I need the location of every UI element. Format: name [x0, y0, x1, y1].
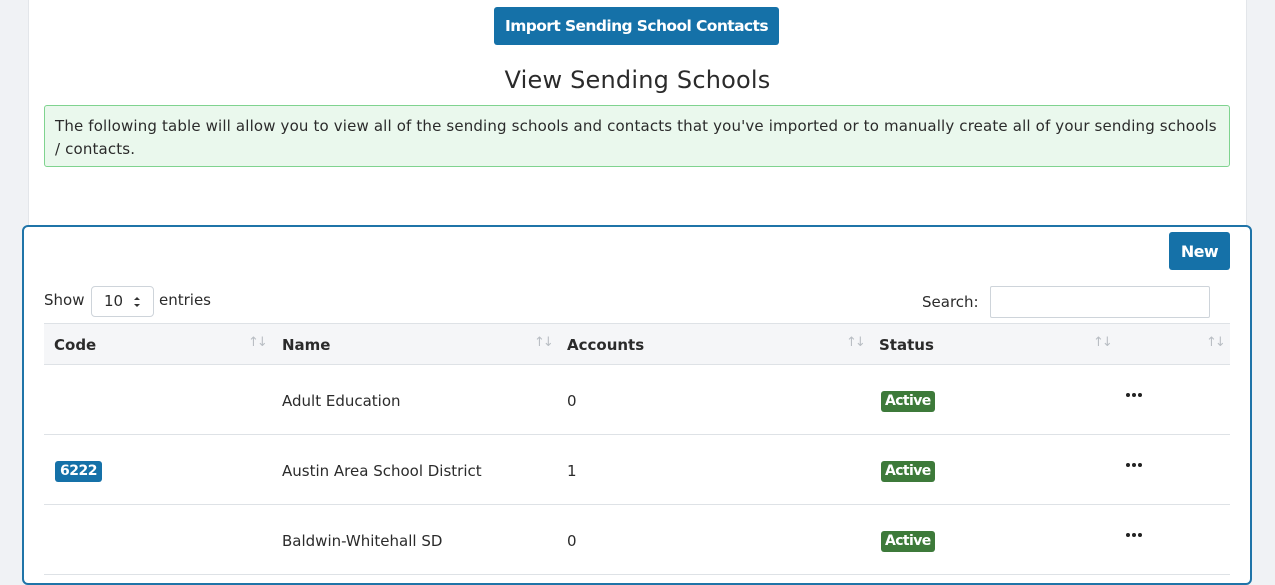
show-label: Show	[44, 291, 85, 309]
school-name: Austin Area School District	[282, 462, 482, 480]
sort-arrows-icon[interactable]: ↑↓	[846, 335, 866, 350]
column-header-code[interactable]: Code	[54, 336, 96, 354]
column-header-accounts[interactable]: Accounts	[567, 336, 644, 354]
more-actions-button[interactable]	[1124, 387, 1144, 403]
more-horizontal-icon	[1138, 463, 1142, 467]
status-badge: Active	[881, 461, 935, 482]
more-horizontal-icon	[1126, 463, 1130, 467]
sort-arrows-icon[interactable]: ↑↓	[534, 335, 554, 350]
select-caret-icon	[134, 297, 140, 307]
table-row: 6222 Austin Area School District 1 Activ…	[44, 435, 1230, 505]
more-horizontal-icon	[1138, 533, 1142, 537]
school-name: Adult Education	[282, 392, 401, 410]
more-horizontal-icon	[1126, 393, 1130, 397]
account-count: 0	[567, 532, 577, 550]
search-input[interactable]	[990, 286, 1210, 318]
column-header-name[interactable]: Name	[282, 336, 330, 354]
more-actions-button[interactable]	[1124, 457, 1144, 473]
account-count: 1	[567, 462, 577, 480]
sort-arrows-icon[interactable]: ↑↓	[248, 335, 268, 350]
table-header: Code ↑↓ Name ↑↓ Accounts ↑↓ Status ↑↓ ↑↓	[44, 323, 1230, 365]
more-horizontal-icon	[1132, 393, 1136, 397]
import-contacts-button[interactable]: Import Sending School Contacts	[494, 7, 779, 45]
table-row: Baldwin-Whitehall SD 0 Active	[44, 505, 1230, 575]
page-length-select[interactable]: 10	[91, 286, 154, 317]
more-actions-button[interactable]	[1124, 527, 1144, 543]
sort-arrows-icon[interactable]: ↑↓	[1206, 335, 1226, 350]
entries-label: entries	[159, 291, 211, 309]
more-horizontal-icon	[1138, 393, 1142, 397]
more-horizontal-icon	[1132, 463, 1136, 467]
sort-arrows-icon[interactable]: ↑↓	[1093, 335, 1113, 350]
page-title: View Sending Schools	[504, 66, 771, 94]
page-length-value: 10	[104, 292, 124, 310]
school-name: Baldwin-Whitehall SD	[282, 532, 443, 550]
info-alert: The following table will allow you to vi…	[44, 105, 1230, 167]
more-horizontal-icon	[1126, 533, 1130, 537]
account-count: 0	[567, 392, 577, 410]
more-horizontal-icon	[1132, 533, 1136, 537]
new-school-button[interactable]: New	[1169, 232, 1230, 270]
search-label: Search:	[922, 293, 979, 311]
table-row: Adult Education 0 Active	[44, 365, 1230, 435]
status-badge: Active	[881, 531, 935, 552]
column-header-status[interactable]: Status	[879, 336, 934, 354]
code-badge: 6222	[55, 461, 102, 482]
status-badge: Active	[881, 391, 935, 412]
